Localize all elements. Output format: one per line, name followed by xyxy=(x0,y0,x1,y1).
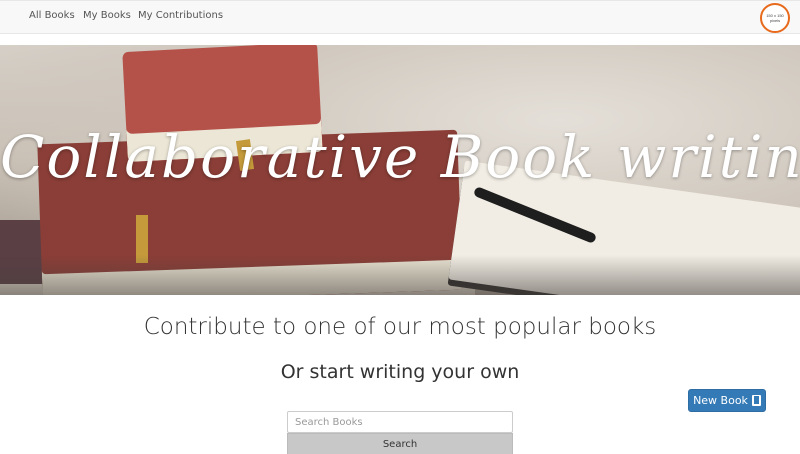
avatar[interactable]: 150 x 150 pixels xyxy=(760,3,790,33)
navbar: All Books My Books My Contributions 150 … xyxy=(0,0,800,34)
avatar-placeholder-text: 150 x 150 pixels xyxy=(766,13,784,23)
page-subheadline: Or start writing your own xyxy=(280,361,520,383)
nav-my-contributions[interactable]: My Contributions xyxy=(138,10,223,21)
book-icon xyxy=(751,395,761,406)
search-input[interactable] xyxy=(287,411,513,433)
new-book-button[interactable]: New Book xyxy=(688,389,766,412)
search-button[interactable]: Search xyxy=(287,433,513,454)
hero-title: Collaborative Book writing xyxy=(0,123,800,191)
nav-my-books[interactable]: My Books xyxy=(83,10,131,21)
hero-banner: Collaborative Book writing xyxy=(0,45,800,295)
page-headline: Contribute to one of our most popular bo… xyxy=(143,314,657,340)
hero-table-shadow xyxy=(0,255,800,295)
new-book-label: New Book xyxy=(693,394,748,407)
nav-all-books[interactable]: All Books xyxy=(29,10,75,21)
